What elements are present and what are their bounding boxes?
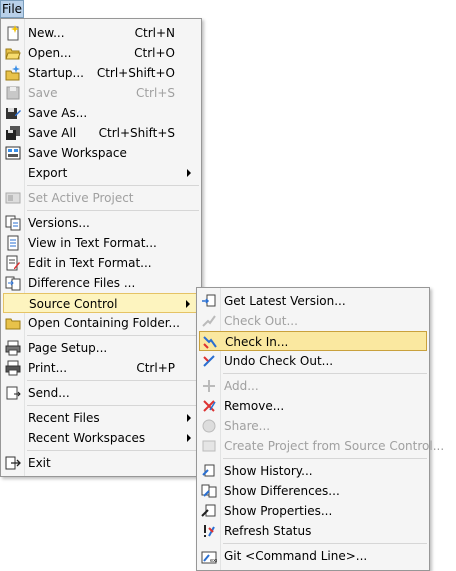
menu-item-page-setup[interactable]: Page Setup... [3, 338, 199, 358]
menu-separator [27, 185, 199, 186]
submenu-arrow-icon [187, 434, 191, 442]
menu-item-difference-files[interactable]: Difference Files ... [3, 273, 199, 293]
remove-icon [203, 400, 216, 412]
edit-text-icon [6, 255, 20, 271]
menu-separator [27, 210, 199, 211]
menu-item-set-active-project[interactable]: Set Active Project [3, 188, 199, 208]
versions-icon [5, 215, 21, 231]
show-properties-icon [201, 504, 216, 517]
send-icon [6, 386, 21, 400]
menu-item-get-latest-version[interactable]: Get Latest Version... [199, 291, 427, 311]
menu-item-create-project-from-source-control[interactable]: Create Project from Source Control... [199, 436, 444, 456]
set-active-project-icon [5, 192, 21, 204]
file-menu-label: File [1, 2, 23, 16]
submenu-arrow-icon [187, 169, 191, 177]
menu-item-export[interactable]: Export [3, 163, 199, 183]
menu-item-share[interactable]: Share... [199, 416, 427, 436]
refresh-status-icon [204, 525, 215, 537]
menu-item-view-in-text-format[interactable]: View in Text Format... [3, 233, 199, 253]
new-file-icon [7, 25, 19, 41]
menu-item-print[interactable]: Print... Ctrl+P [3, 358, 199, 378]
menu-item-show-differences[interactable]: Show Differences... [199, 481, 427, 501]
create-project-icon [202, 440, 216, 452]
undo-check-out-icon [203, 355, 215, 367]
menu-item-undo-check-out[interactable]: Undo Check Out... [199, 351, 427, 371]
menu-item-remove[interactable]: Remove... [199, 396, 427, 416]
startup-icon [5, 65, 20, 81]
menu-item-refresh-status[interactable]: Refresh Status [199, 521, 427, 541]
menu-item-save-as[interactable]: Save As... [3, 103, 199, 123]
menu-item-save-all[interactable]: Save All Ctrl+Shift+S [3, 123, 199, 143]
menu-separator [27, 450, 199, 451]
source-control-submenu: Get Latest Version... Check Out... Check… [196, 287, 444, 571]
menu-item-save[interactable]: Save Ctrl+S [3, 83, 199, 103]
check-in-icon [203, 336, 217, 349]
menu-item-check-out[interactable]: Check Out... [199, 311, 427, 331]
menu-item-add[interactable]: Add... [199, 376, 427, 396]
menu-item-new[interactable]: New... Ctrl+N [3, 23, 199, 43]
submenu-arrow-icon [187, 414, 191, 422]
svg-text:exe: exe [210, 558, 217, 564]
menu-item-save-workspace[interactable]: Save Workspace [3, 143, 199, 163]
print-icon [5, 360, 21, 376]
menu-item-show-history[interactable]: Show History... [199, 461, 427, 481]
menu-item-show-properties[interactable]: Show Properties... [199, 501, 427, 521]
menu-separator [223, 373, 427, 374]
submenu-arrow-icon [186, 300, 190, 308]
menu-item-send[interactable]: Send... [3, 383, 199, 403]
exit-icon [5, 456, 21, 470]
check-out-icon [202, 315, 216, 327]
menu-separator [27, 335, 199, 336]
menu-separator [223, 543, 427, 544]
share-icon [202, 419, 216, 433]
menu-item-exit[interactable]: Exit [3, 453, 199, 473]
menu-item-open-containing-folder[interactable]: Open Containing Folder... [3, 313, 199, 333]
git-command-line-icon: exe [201, 551, 217, 564]
menu-separator [27, 405, 199, 406]
menu-item-recent-files[interactable]: Recent Files [3, 408, 199, 428]
menu-item-edit-in-text-format[interactable]: Edit in Text Format... [3, 253, 199, 273]
file-menu-button[interactable]: File [0, 0, 24, 18]
show-history-icon [202, 464, 215, 477]
save-as-icon [6, 108, 21, 119]
show-differences-icon [201, 484, 217, 498]
menu-separator [223, 458, 427, 459]
add-icon [203, 380, 215, 392]
save-workspace-icon [5, 146, 21, 160]
difference-files-icon [5, 276, 21, 291]
menu-item-check-in[interactable]: Check In... [199, 331, 427, 351]
menu-separator [27, 380, 199, 381]
menu-item-versions[interactable]: Versions... [3, 213, 199, 233]
file-menu: New... Ctrl+N Open... Ctrl+O Startup... … [0, 18, 202, 477]
get-latest-icon [202, 294, 216, 307]
menu-item-startup[interactable]: Startup... Ctrl+Shift+O [3, 63, 199, 83]
save-all-icon [6, 126, 20, 140]
menu-item-source-control[interactable]: Source Control [3, 293, 199, 313]
open-folder-icon [5, 48, 21, 60]
view-text-icon [7, 235, 19, 251]
menu-item-open[interactable]: Open... Ctrl+O [3, 43, 199, 63]
save-icon [6, 86, 20, 100]
menu-item-recent-workspaces[interactable]: Recent Workspaces [3, 428, 199, 448]
open-containing-folder-icon [5, 318, 21, 330]
menu-item-git-command-line[interactable]: exe Git <Command Line>... [199, 546, 427, 566]
page-setup-icon [5, 340, 21, 356]
